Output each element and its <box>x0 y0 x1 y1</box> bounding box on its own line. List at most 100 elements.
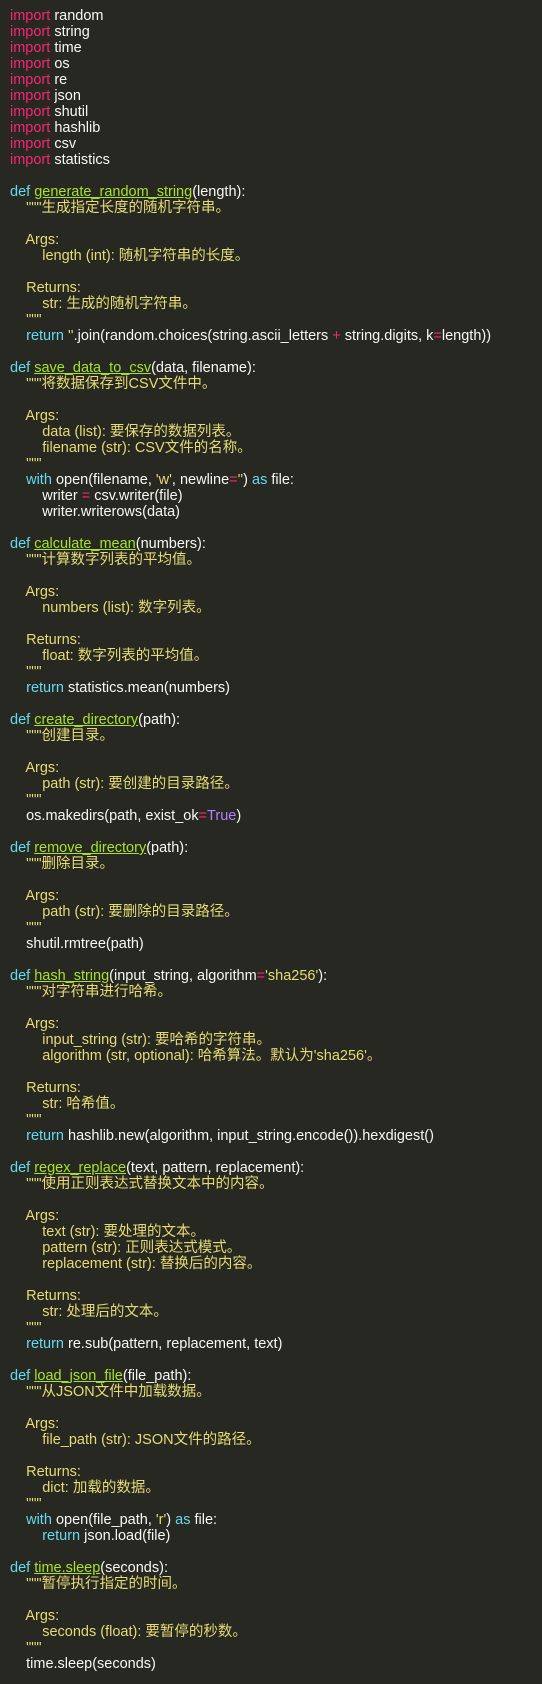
code-line[interactable]: """ <box>10 792 542 808</box>
code-line[interactable] <box>10 872 542 888</box>
code-line[interactable] <box>10 344 542 360</box>
code-line[interactable] <box>10 568 542 584</box>
code-line[interactable]: Args: <box>10 760 542 776</box>
code-line[interactable]: text (str): 要处理的文本。 <box>10 1224 542 1240</box>
code-line[interactable]: file_path (str): JSON文件的路径。 <box>10 1432 542 1448</box>
code-line[interactable] <box>10 696 542 712</box>
code-line[interactable]: return ''.join(random.choices(string.asc… <box>10 328 542 344</box>
code-line[interactable] <box>10 1352 542 1368</box>
code-line[interactable]: """使用正则表达式替换文本中的内容。 <box>10 1176 542 1192</box>
code-line[interactable] <box>10 824 542 840</box>
code-line[interactable]: path (str): 要删除的目录路径。 <box>10 904 542 920</box>
code-line[interactable]: def calculate_mean(numbers): <box>10 536 542 552</box>
code-line[interactable]: with open(file_path, 'r') as file: <box>10 1512 542 1528</box>
code-line[interactable]: """ <box>10 664 542 680</box>
code-line[interactable] <box>10 216 542 232</box>
code-line[interactable] <box>10 1592 542 1608</box>
code-line[interactable]: writer = csv.writer(file) <box>10 488 542 504</box>
code-line[interactable]: float: 数字列表的平均值。 <box>10 648 542 664</box>
code-line[interactable]: import random <box>10 8 542 24</box>
code-line[interactable]: Returns: <box>10 1464 542 1480</box>
code-line[interactable] <box>10 264 542 280</box>
code-line[interactable]: pattern (str): 正则表达式模式。 <box>10 1240 542 1256</box>
code-line[interactable]: return hashlib.new(algorithm, input_stri… <box>10 1128 542 1144</box>
code-line[interactable]: Args: <box>10 1016 542 1032</box>
code-line[interactable]: def time.sleep(seconds): <box>10 1560 542 1576</box>
code-line[interactable]: numbers (list): 数字列表。 <box>10 600 542 616</box>
code-line[interactable] <box>10 1272 542 1288</box>
code-line[interactable]: """创建目录。 <box>10 728 542 744</box>
code-line[interactable]: import hashlib <box>10 120 542 136</box>
code-line[interactable]: time.sleep(seconds) <box>10 1656 542 1672</box>
code-line[interactable]: shutil.rmtree(path) <box>10 936 542 952</box>
code-line[interactable] <box>10 616 542 632</box>
code-line[interactable]: import string <box>10 24 542 40</box>
code-line[interactable]: import re <box>10 72 542 88</box>
code-line[interactable]: import statistics <box>10 152 542 168</box>
code-line[interactable]: seconds (float): 要暂停的秒数。 <box>10 1624 542 1640</box>
code-line[interactable]: Args: <box>10 1608 542 1624</box>
code-line[interactable] <box>10 168 542 184</box>
code-line[interactable]: Args: <box>10 232 542 248</box>
code-line[interactable]: return re.sub(pattern, replacement, text… <box>10 1336 542 1352</box>
code-line[interactable]: str: 处理后的文本。 <box>10 1304 542 1320</box>
code-line[interactable]: """ <box>10 920 542 936</box>
code-line[interactable] <box>10 744 542 760</box>
code-line[interactable]: def generate_random_string(length): <box>10 184 542 200</box>
code-line[interactable]: length (int): 随机字符串的长度。 <box>10 248 542 264</box>
code-line[interactable]: """ <box>10 1496 542 1512</box>
code-line[interactable]: def load_json_file(file_path): <box>10 1368 542 1384</box>
code-line[interactable]: """对字符串进行哈希。 <box>10 984 542 1000</box>
code-line[interactable] <box>10 1544 542 1560</box>
code-line[interactable]: """ <box>10 312 542 328</box>
code-line[interactable]: with open(filename, 'w', newline='') as … <box>10 472 542 488</box>
code-line[interactable]: Returns: <box>10 1080 542 1096</box>
code-line[interactable]: import os <box>10 56 542 72</box>
code-line[interactable]: """ <box>10 1640 542 1656</box>
code-line[interactable]: Returns: <box>10 1288 542 1304</box>
code-line[interactable]: Args: <box>10 888 542 904</box>
code-line[interactable]: data (list): 要保存的数据列表。 <box>10 424 542 440</box>
code-line[interactable]: """计算数字列表的平均值。 <box>10 552 542 568</box>
code-line[interactable]: os.makedirs(path, exist_ok=True) <box>10 808 542 824</box>
code-line[interactable]: def remove_directory(path): <box>10 840 542 856</box>
code-line[interactable]: return json.load(file) <box>10 1528 542 1544</box>
code-line[interactable]: def create_directory(path): <box>10 712 542 728</box>
code-line[interactable]: import shutil <box>10 104 542 120</box>
code-line[interactable]: """将数据保存到CSV文件中。 <box>10 376 542 392</box>
code-line[interactable]: import json <box>10 88 542 104</box>
code-line[interactable] <box>10 1400 542 1416</box>
code-line[interactable]: """ <box>10 456 542 472</box>
code-line[interactable]: writer.writerows(data) <box>10 504 542 520</box>
code-line[interactable]: Args: <box>10 584 542 600</box>
code-line[interactable]: """从JSON文件中加载数据。 <box>10 1384 542 1400</box>
code-line[interactable]: import csv <box>10 136 542 152</box>
code-line[interactable]: dict: 加载的数据。 <box>10 1480 542 1496</box>
code-line[interactable]: Args: <box>10 408 542 424</box>
code-line[interactable]: def save_data_to_csv(data, filename): <box>10 360 542 376</box>
code-line[interactable]: path (str): 要创建的目录路径。 <box>10 776 542 792</box>
code-line[interactable] <box>10 1064 542 1080</box>
code-line[interactable] <box>10 952 542 968</box>
code-line[interactable] <box>10 520 542 536</box>
code-line[interactable]: import time <box>10 40 542 56</box>
code-line[interactable]: """ <box>10 1320 542 1336</box>
code-line[interactable]: def regex_replace(text, pattern, replace… <box>10 1160 542 1176</box>
code-line[interactable]: return statistics.mean(numbers) <box>10 680 542 696</box>
code-line[interactable]: input_string (str): 要哈希的字符串。 <box>10 1032 542 1048</box>
code-line[interactable]: """ <box>10 1112 542 1128</box>
code-line[interactable] <box>10 1144 542 1160</box>
code-line[interactable]: str: 生成的随机字符串。 <box>10 296 542 312</box>
code-line[interactable] <box>10 1192 542 1208</box>
code-line[interactable]: def hash_string(input_string, algorithm=… <box>10 968 542 984</box>
code-line[interactable]: replacement (str): 替换后的内容。 <box>10 1256 542 1272</box>
code-line[interactable] <box>10 392 542 408</box>
code-editor[interactable]: import random import string import time imp… <box>0 0 542 1684</box>
code-line[interactable]: Returns: <box>10 632 542 648</box>
code-line[interactable]: Args: <box>10 1416 542 1432</box>
code-line[interactable]: Args: <box>10 1208 542 1224</box>
code-line[interactable] <box>10 1448 542 1464</box>
code-line[interactable]: """生成指定长度的随机字符串。 <box>10 200 542 216</box>
code-line[interactable]: filename (str): CSV文件的名称。 <box>10 440 542 456</box>
code-line[interactable]: str: 哈希值。 <box>10 1096 542 1112</box>
